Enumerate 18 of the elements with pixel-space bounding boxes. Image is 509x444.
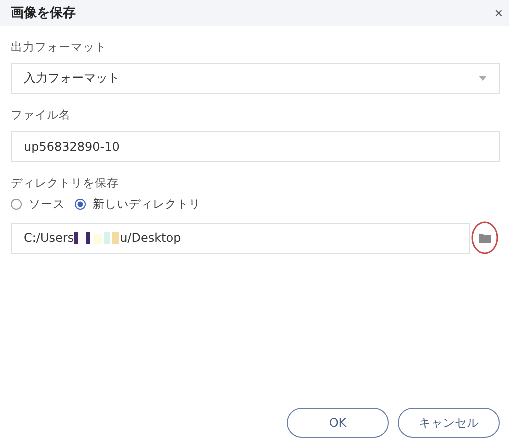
annotation-circle bbox=[471, 221, 499, 255]
format-dropdown[interactable]: 入力フォーマット bbox=[11, 63, 500, 94]
close-button[interactable]: × bbox=[494, 5, 503, 21]
radio-option[interactable]: 新しいディレクトリ bbox=[75, 197, 201, 212]
path-field[interactable]: C:/Users u/Desktop bbox=[11, 222, 470, 254]
cancel-button[interactable]: キャンセル bbox=[398, 408, 500, 438]
window-title: 画像を保存 bbox=[11, 5, 76, 22]
field-label: 出力フォーマット bbox=[11, 40, 108, 55]
path-text: C:/Users bbox=[24, 231, 74, 245]
field-label: ファイル名 bbox=[11, 108, 72, 123]
caret-icon bbox=[479, 76, 487, 81]
filename-input[interactable]: up56832890-10 bbox=[11, 131, 500, 162]
folder-icon[interactable] bbox=[479, 233, 491, 243]
radio-option[interactable]: ソース bbox=[11, 197, 65, 212]
ok-button[interactable]: OK bbox=[287, 408, 389, 438]
path-text: u/Desktop bbox=[120, 231, 182, 245]
redaction-mark bbox=[74, 232, 120, 244]
field-label: ディレクトリを保存 bbox=[11, 176, 120, 191]
